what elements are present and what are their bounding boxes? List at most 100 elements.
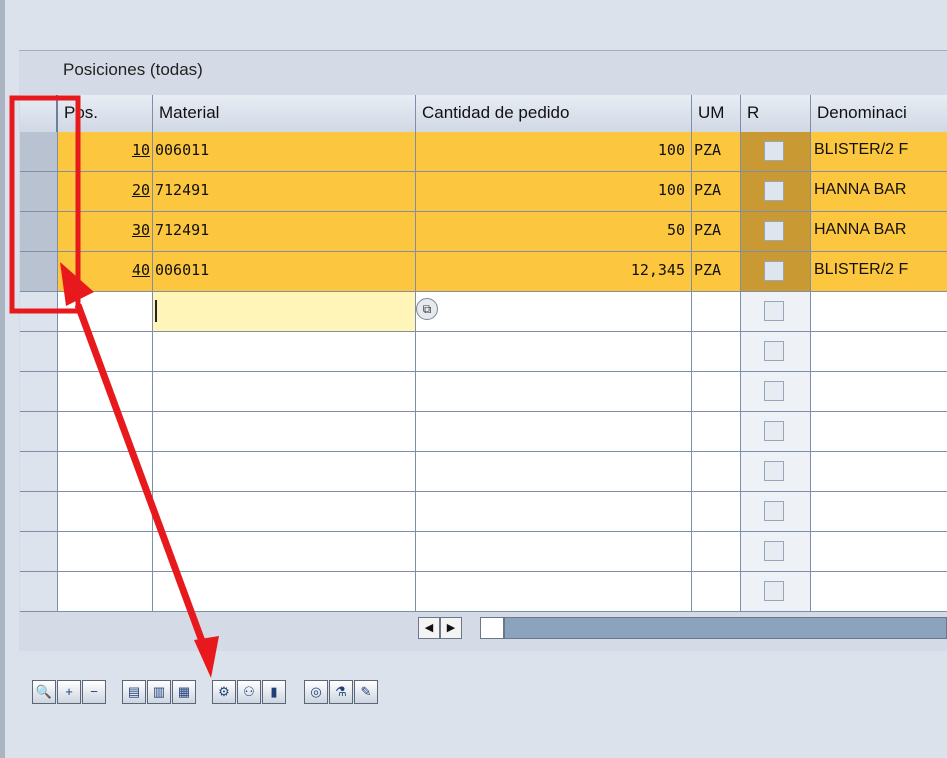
column-header-r[interactable]: R: [741, 95, 811, 135]
column-header-um[interactable]: UM: [692, 95, 741, 135]
item-quantity[interactable]: 12,345: [416, 252, 692, 292]
item-denomination[interactable]: [811, 292, 947, 332]
change-all-icon[interactable]: ◎: [304, 680, 328, 704]
item-denomination[interactable]: HANNA BAR: [811, 172, 947, 212]
item-material[interactable]: 006011: [153, 132, 416, 172]
item-quantity[interactable]: [416, 532, 692, 572]
item-um[interactable]: [692, 372, 741, 412]
row-selector[interactable]: [20, 572, 58, 612]
item-denomination[interactable]: BLISTER/2 F: [811, 252, 947, 292]
select-all-icon[interactable]: ▤: [122, 680, 146, 704]
select-block-icon[interactable]: ▥: [147, 680, 171, 704]
item-pos[interactable]: 20: [58, 172, 153, 212]
scroll-left-icon[interactable]: ◀: [418, 617, 440, 639]
r-checkbox[interactable]: [764, 541, 784, 561]
r-checkbox[interactable]: [764, 421, 784, 441]
insert-row-icon[interactable]: +: [57, 680, 81, 704]
item-quantity[interactable]: [416, 492, 692, 532]
r-checkbox[interactable]: [764, 221, 784, 241]
row-selector[interactable]: [20, 132, 58, 172]
value-help-icon[interactable]: ⧉: [416, 298, 438, 320]
item-pos[interactable]: [58, 412, 153, 452]
column-header-denomination[interactable]: Denominaci: [811, 95, 947, 135]
item-pos[interactable]: [58, 492, 153, 532]
item-pos[interactable]: [58, 332, 153, 372]
item-um[interactable]: [692, 492, 741, 532]
item-material[interactable]: [153, 452, 416, 492]
item-material[interactable]: 712491: [153, 212, 416, 252]
r-checkbox[interactable]: [764, 461, 784, 481]
item-pos[interactable]: 30: [58, 212, 153, 252]
item-material[interactable]: 006011: [153, 252, 416, 292]
item-um[interactable]: PZA: [692, 252, 741, 292]
item-pos[interactable]: 40: [58, 252, 153, 292]
r-checkbox[interactable]: [764, 501, 784, 521]
item-denomination[interactable]: [811, 372, 947, 412]
delete-row-icon[interactable]: −: [82, 680, 106, 704]
item-um[interactable]: [692, 292, 741, 332]
item-quantity[interactable]: [416, 412, 692, 452]
r-checkbox[interactable]: [764, 341, 784, 361]
item-pos[interactable]: [58, 372, 153, 412]
item-um[interactable]: [692, 332, 741, 372]
row-selector[interactable]: [20, 252, 58, 292]
row-selector[interactable]: [20, 412, 58, 452]
r-checkbox[interactable]: [764, 141, 784, 161]
column-header-pos[interactable]: Pos.: [58, 95, 153, 135]
item-quantity[interactable]: [416, 452, 692, 492]
item-um[interactable]: PZA: [692, 132, 741, 172]
material-input[interactable]: [153, 292, 416, 332]
item-material[interactable]: [153, 412, 416, 452]
item-um[interactable]: [692, 452, 741, 492]
row-selector[interactable]: [20, 452, 58, 492]
r-checkbox[interactable]: [764, 301, 784, 321]
item-pos[interactable]: [58, 452, 153, 492]
item-material[interactable]: [153, 532, 416, 572]
item-denomination[interactable]: [811, 412, 947, 452]
select-all-header[interactable]: [20, 95, 58, 135]
item-um[interactable]: [692, 532, 741, 572]
details-icon[interactable]: 🔍: [32, 680, 56, 704]
default-values-icon[interactable]: ⚙: [212, 680, 236, 704]
item-um[interactable]: PZA: [692, 172, 741, 212]
r-checkbox[interactable]: [764, 581, 784, 601]
r-checkbox[interactable]: [764, 181, 784, 201]
r-checkbox[interactable]: [764, 261, 784, 281]
scroll-right-icon[interactable]: ▶: [440, 617, 462, 639]
item-denomination[interactable]: HANNA BAR: [811, 212, 947, 252]
item-denomination[interactable]: [811, 452, 947, 492]
horizontal-scrollbar[interactable]: ◀ ▶: [418, 617, 947, 641]
item-quantity[interactable]: [416, 572, 692, 612]
materials-icon[interactable]: ⚗: [329, 680, 353, 704]
copy-icon[interactable]: ⚇: [237, 680, 261, 704]
item-material[interactable]: [153, 332, 416, 372]
item-material[interactable]: [153, 372, 416, 412]
item-material[interactable]: [153, 572, 416, 612]
column-header-quantity[interactable]: Cantidad de pedido: [416, 95, 692, 135]
row-selector[interactable]: [20, 532, 58, 572]
item-material[interactable]: [153, 492, 416, 532]
scroll-thumb[interactable]: [480, 617, 504, 639]
column-header-material[interactable]: Material: [153, 95, 416, 135]
item-material[interactable]: 712491: [153, 172, 416, 212]
item-quantity[interactable]: 50: [416, 212, 692, 252]
edit-icon[interactable]: ✎: [354, 680, 378, 704]
item-denomination[interactable]: [811, 532, 947, 572]
item-quantity[interactable]: [416, 332, 692, 372]
item-pos[interactable]: [58, 572, 153, 612]
item-denomination[interactable]: [811, 492, 947, 532]
row-selector[interactable]: [20, 172, 58, 212]
row-selector[interactable]: [20, 292, 58, 332]
row-selector[interactable]: [20, 492, 58, 532]
deselect-all-icon[interactable]: ▦: [172, 680, 196, 704]
item-quantity[interactable]: 100: [416, 132, 692, 172]
item-quantity[interactable]: [416, 372, 692, 412]
row-selector[interactable]: [20, 212, 58, 252]
conditions-icon[interactable]: ▮: [262, 680, 286, 704]
item-quantity[interactable]: [416, 292, 692, 332]
item-um[interactable]: PZA: [692, 212, 741, 252]
item-pos[interactable]: [58, 532, 153, 572]
item-denomination[interactable]: [811, 572, 947, 612]
item-pos[interactable]: 10: [58, 132, 153, 172]
row-selector[interactable]: [20, 332, 58, 372]
